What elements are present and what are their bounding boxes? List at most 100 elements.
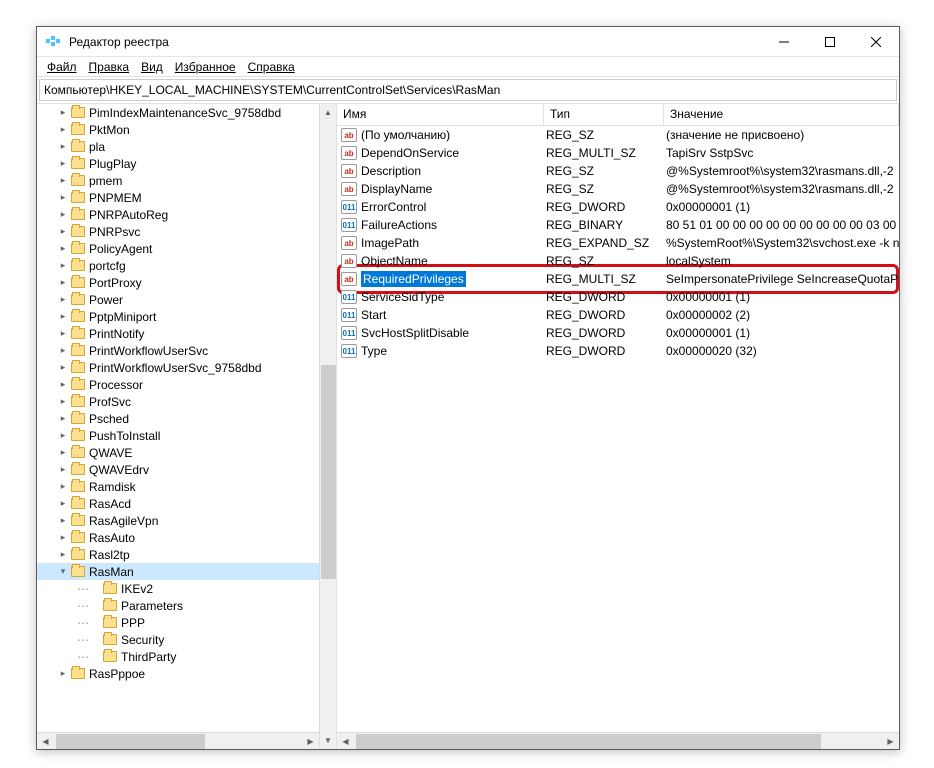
twisty-icon[interactable]: ▸ [57,260,69,271]
tree-item[interactable]: ▸Processor [37,376,319,393]
value-row[interactable]: abDependOnServiceREG_MULTI_SZTapiSrv Sst… [337,144,899,162]
twisty-icon[interactable]: ▸ [57,294,69,305]
menu-file[interactable]: Файл [41,58,83,76]
tree-vscrollbar[interactable]: ▲ ▼ [319,104,336,749]
twisty-icon[interactable]: ▸ [57,192,69,203]
scroll-thumb[interactable] [321,365,336,579]
twisty-icon[interactable]: ▸ [57,141,69,152]
value-row[interactable]: abDescriptionREG_SZ@%Systemroot%\system3… [337,162,899,180]
twisty-icon[interactable]: ▸ [57,396,69,407]
tree-item[interactable]: ▸RasAgileVpn [37,512,319,529]
tree-item[interactable]: ⋯Parameters [37,597,319,614]
twisty-icon[interactable]: ▸ [57,549,69,560]
twisty-icon[interactable]: ▾ [57,566,69,577]
twisty-icon[interactable]: ▸ [57,481,69,492]
tree-item[interactable]: ⋯PPP [37,614,319,631]
tree-item[interactable]: ▸PushToInstall [37,427,319,444]
col-type[interactable]: Тип [544,104,664,125]
tree-item[interactable]: ▸Ramdisk [37,478,319,495]
scroll-left-icon[interactable]: ◀ [337,733,354,750]
scroll-right-icon[interactable]: ▶ [302,733,319,750]
value-row[interactable]: 011ServiceSidTypeREG_DWORD0x00000001 (1) [337,288,899,306]
tree-item[interactable]: ▸PNPMEM [37,189,319,206]
tree-body[interactable]: ▸PimIndexMaintenanceSvc_9758dbd▸PktMon▸p… [37,104,319,732]
tree-item[interactable]: ⋯IKEv2 [37,580,319,597]
twisty-icon[interactable]: ▸ [57,226,69,237]
tree-item[interactable]: ▸pmem [37,172,319,189]
twisty-icon[interactable]: ▸ [57,345,69,356]
tree-item[interactable]: ▸Rasl2tp [37,546,319,563]
minimize-button[interactable] [761,27,807,57]
value-row[interactable]: ab(По умолчанию)REG_SZ(значение не присв… [337,126,899,144]
twisty-icon[interactable]: ▸ [57,464,69,475]
value-row[interactable]: 011FailureActionsREG_BINARY80 51 01 00 0… [337,216,899,234]
twisty-icon[interactable]: ▸ [57,498,69,509]
address-bar[interactable]: Компьютер\HKEY_LOCAL_MACHINE\SYSTEM\Curr… [39,79,897,101]
scroll-thumb[interactable] [356,734,821,749]
value-row[interactable]: 011StartREG_DWORD0x00000002 (2) [337,306,899,324]
twisty-icon[interactable]: ▸ [57,379,69,390]
twisty-icon[interactable]: ▸ [57,124,69,135]
tree-item[interactable]: ▸PolicyAgent [37,240,319,257]
values-hscrollbar[interactable]: ◀ ▶ [337,732,899,749]
tree-item[interactable]: ▸PimIndexMaintenanceSvc_9758dbd [37,104,319,121]
twisty-icon[interactable]: ▸ [57,209,69,220]
tree-item[interactable]: ▸PrintWorkflowUserSvc_9758dbd [37,359,319,376]
twisty-icon[interactable]: ▸ [57,158,69,169]
value-row[interactable]: abDisplayNameREG_SZ@%Systemroot%\system3… [337,180,899,198]
value-row[interactable]: 011SvcHostSplitDisableREG_DWORD0x0000000… [337,324,899,342]
twisty-icon[interactable]: ▸ [57,362,69,373]
tree-item[interactable]: ▸PptpMiniport [37,308,319,325]
twisty-icon[interactable]: ▸ [57,311,69,322]
tree-item[interactable]: ▸RasPppoe [37,665,319,682]
close-button[interactable] [853,27,899,57]
tree-item[interactable]: ▸Power [37,291,319,308]
value-row[interactable]: abRequiredPrivilegesREG_MULTI_SZSeImpers… [337,270,899,288]
value-row[interactable]: abObjectNameREG_SZlocalSystem [337,252,899,270]
tree-item[interactable]: ▸QWAVE [37,444,319,461]
tree-item[interactable]: ▸PortProxy [37,274,319,291]
twisty-icon[interactable]: ▸ [57,243,69,254]
value-row[interactable]: 011TypeREG_DWORD0x00000020 (32) [337,342,899,360]
twisty-icon[interactable]: ▸ [57,532,69,543]
value-row[interactable]: abImagePathREG_EXPAND_SZ%SystemRoot%\Sys… [337,234,899,252]
tree-item[interactable]: ▸PrintNotify [37,325,319,342]
twisty-icon[interactable]: ▸ [57,328,69,339]
twisty-icon[interactable]: ▸ [57,277,69,288]
tree-item[interactable]: ▸portcfg [37,257,319,274]
twisty-icon[interactable]: ▸ [57,175,69,186]
twisty-icon[interactable]: ▸ [57,107,69,118]
titlebar[interactable]: Редактор реестра [37,27,899,57]
twisty-icon[interactable]: ▸ [57,515,69,526]
tree-item[interactable]: ▸ProfSvc [37,393,319,410]
tree-item[interactable]: ▸pla [37,138,319,155]
scroll-down-icon[interactable]: ▼ [320,732,336,749]
tree-item[interactable]: ▸PlugPlay [37,155,319,172]
scroll-right-icon[interactable]: ▶ [882,733,899,750]
tree-item[interactable]: ⋯ThirdParty [37,648,319,665]
tree-item[interactable]: ▸PrintWorkflowUserSvc [37,342,319,359]
menu-view[interactable]: Вид [135,58,169,76]
tree-item[interactable]: ⋯Security [37,631,319,648]
menu-favorites[interactable]: Избранное [169,58,242,76]
value-row[interactable]: 011ErrorControlREG_DWORD0x00000001 (1) [337,198,899,216]
tree-item[interactable]: ▾RasMan [37,563,319,580]
scroll-left-icon[interactable]: ◀ [37,733,54,750]
tree-hscrollbar[interactable]: ◀ ▶ [37,732,319,749]
tree-item[interactable]: ▸QWAVEdrv [37,461,319,478]
scroll-up-icon[interactable]: ▲ [320,104,336,121]
tree-item[interactable]: ▸PktMon [37,121,319,138]
tree-item[interactable]: ▸PNRPAutoReg [37,206,319,223]
col-value[interactable]: Значение [664,104,899,125]
maximize-button[interactable] [807,27,853,57]
twisty-icon[interactable]: ▸ [57,447,69,458]
scroll-thumb[interactable] [56,734,205,749]
twisty-icon[interactable]: ▸ [57,668,69,679]
menu-help[interactable]: Справка [242,58,301,76]
twisty-icon[interactable]: ▸ [57,413,69,424]
menu-edit[interactable]: Правка [83,58,136,76]
col-name[interactable]: Имя [337,104,544,125]
twisty-icon[interactable]: ▸ [57,430,69,441]
tree-item[interactable]: ▸Psched [37,410,319,427]
tree-item[interactable]: ▸RasAuto [37,529,319,546]
